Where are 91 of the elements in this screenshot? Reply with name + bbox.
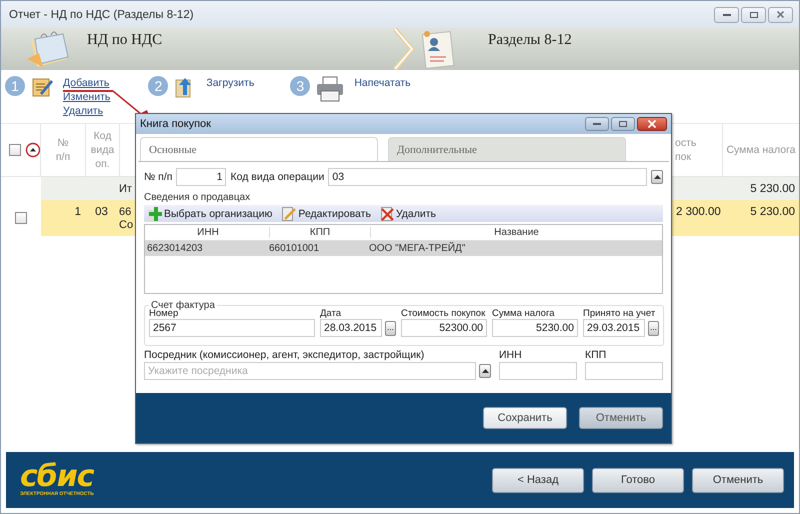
maximize-icon: [750, 12, 758, 18]
date-picker-button[interactable]: ...: [385, 320, 396, 336]
column-header: КПП: [270, 227, 371, 238]
action-link[interactable]: Удалить: [63, 104, 110, 118]
column-header: Код вида оп.: [86, 124, 120, 176]
minimize-icon: [722, 14, 730, 16]
maximize-button[interactable]: [611, 117, 635, 131]
field-label: Сумма налога: [492, 308, 556, 319]
window-title: Отчет - НД по НДС (Разделы 8-12): [9, 8, 194, 20]
close-button[interactable]: [768, 6, 793, 22]
step-number: 1: [5, 76, 25, 96]
input-field[interactable]: [585, 362, 663, 380]
action-link[interactable]: Напечатать: [354, 76, 411, 90]
input-field[interactable]: 29.03.2015: [583, 319, 645, 337]
dialog-button[interactable]: Отменить: [579, 407, 663, 429]
circled-caret-icon[interactable]: [24, 142, 40, 158]
printer-icon: [316, 76, 344, 102]
section-title: Сведения о продавцах: [144, 192, 252, 203]
maximize-icon: [619, 121, 627, 127]
input-field[interactable]: 28.03.2015: [320, 319, 382, 337]
toolbar-button[interactable]: Выбрать организацию: [146, 206, 274, 220]
input-field[interactable]: 03: [328, 168, 647, 186]
field-label: Стоимость покупок: [401, 308, 486, 319]
dropdown-button[interactable]: [651, 170, 663, 184]
wizard-step-label: НД по НДС: [87, 32, 162, 49]
table-cell: 66: [119, 206, 132, 219]
select-all-checkbox[interactable]: [9, 144, 21, 156]
input-field[interactable]: 5230.00: [492, 319, 578, 337]
table-cell-text: 5 230.00: [749, 205, 796, 219]
maximize-button[interactable]: [741, 6, 766, 22]
minimize-button[interactable]: [585, 117, 609, 131]
field-label: Код вида операции: [230, 171, 324, 183]
footer-button[interactable]: Готово: [592, 468, 684, 492]
edit-icon: [282, 206, 296, 220]
table-cell-text: 5 230.00: [749, 182, 796, 196]
input-field[interactable]: 52300.00: [401, 319, 487, 337]
close-icon: [777, 11, 784, 18]
field-label: Номер: [149, 308, 178, 319]
table-row[interactable]: 6623014203 660101001 ООО "МЕГА-ТРЕЙД": [145, 241, 662, 256]
input-field[interactable]: Укажите посредника: [144, 362, 476, 380]
input-field[interactable]: 2567: [149, 319, 315, 337]
wizard-step-label: Разделы 8-12: [488, 32, 572, 49]
field-label: № п/п: [144, 171, 172, 183]
action-link[interactable]: Изменить: [63, 90, 110, 104]
footer-button[interactable]: Отменить: [692, 468, 784, 492]
minimize-button[interactable]: [714, 6, 739, 22]
column-header: № п/п: [41, 124, 86, 176]
minimize-icon: [593, 123, 601, 125]
table-cell-text: 2 300.00: [675, 205, 722, 219]
table-cell-text: 660101001: [269, 243, 320, 254]
caret-up-icon: [482, 369, 488, 373]
field-label: Посредник (комиссионер, агент, экспедитор, застройщик): [144, 349, 426, 361]
column-header: ость пок: [673, 124, 723, 176]
caret-up-icon: [654, 175, 660, 179]
dropdown-button[interactable]: [479, 364, 491, 378]
table-cell-text: 1: [74, 205, 82, 219]
table-cell-text: 6623014203: [146, 243, 204, 254]
table-cell-text: 03: [94, 205, 109, 219]
dialog-title: Книга покупок: [140, 118, 211, 130]
edit-document-icon: [31, 76, 53, 98]
tab[interactable]: Дополнительные: [388, 137, 626, 161]
dialog-button[interactable]: Сохранить: [483, 407, 567, 429]
column-header: Название: [493, 227, 540, 238]
table-cell-text: ООО "МЕГА-ТРЕЙД": [369, 243, 466, 254]
row-checkbox[interactable]: [15, 212, 27, 224]
leader-line: [63, 90, 113, 92]
toolbar-button[interactable]: Редактировать: [280, 206, 373, 220]
step-number: 3: [290, 76, 310, 96]
chevron-separator-icon: [392, 28, 416, 70]
toolbar-button[interactable]: Удалить: [378, 206, 438, 220]
column-header: Сумма налога: [725, 143, 797, 158]
column-header: ИНН: [145, 227, 270, 238]
action-link[interactable]: Добавить: [63, 76, 110, 90]
input-field[interactable]: [499, 362, 577, 380]
action-link[interactable]: Загрузить: [206, 76, 254, 90]
date-picker-button[interactable]: ...: [648, 320, 659, 336]
tab[interactable]: Основные: [140, 137, 378, 161]
add-icon: [148, 206, 162, 220]
group-title: Счет фактура: [151, 300, 216, 311]
table-cell: Ит: [119, 183, 132, 196]
field-label: ИНН: [499, 349, 523, 361]
table-cell: Со: [119, 219, 134, 232]
step-number: 2: [148, 76, 168, 96]
delete-icon: [380, 206, 394, 220]
footer-button[interactable]: < Назад: [492, 468, 584, 492]
field-label: КПП: [585, 349, 608, 361]
close-icon: [648, 120, 656, 128]
input-field[interactable]: 1: [176, 168, 226, 186]
close-button[interactable]: [637, 117, 667, 131]
field-label: Принято на учет: [583, 308, 656, 319]
field-label: Дата: [320, 308, 342, 319]
